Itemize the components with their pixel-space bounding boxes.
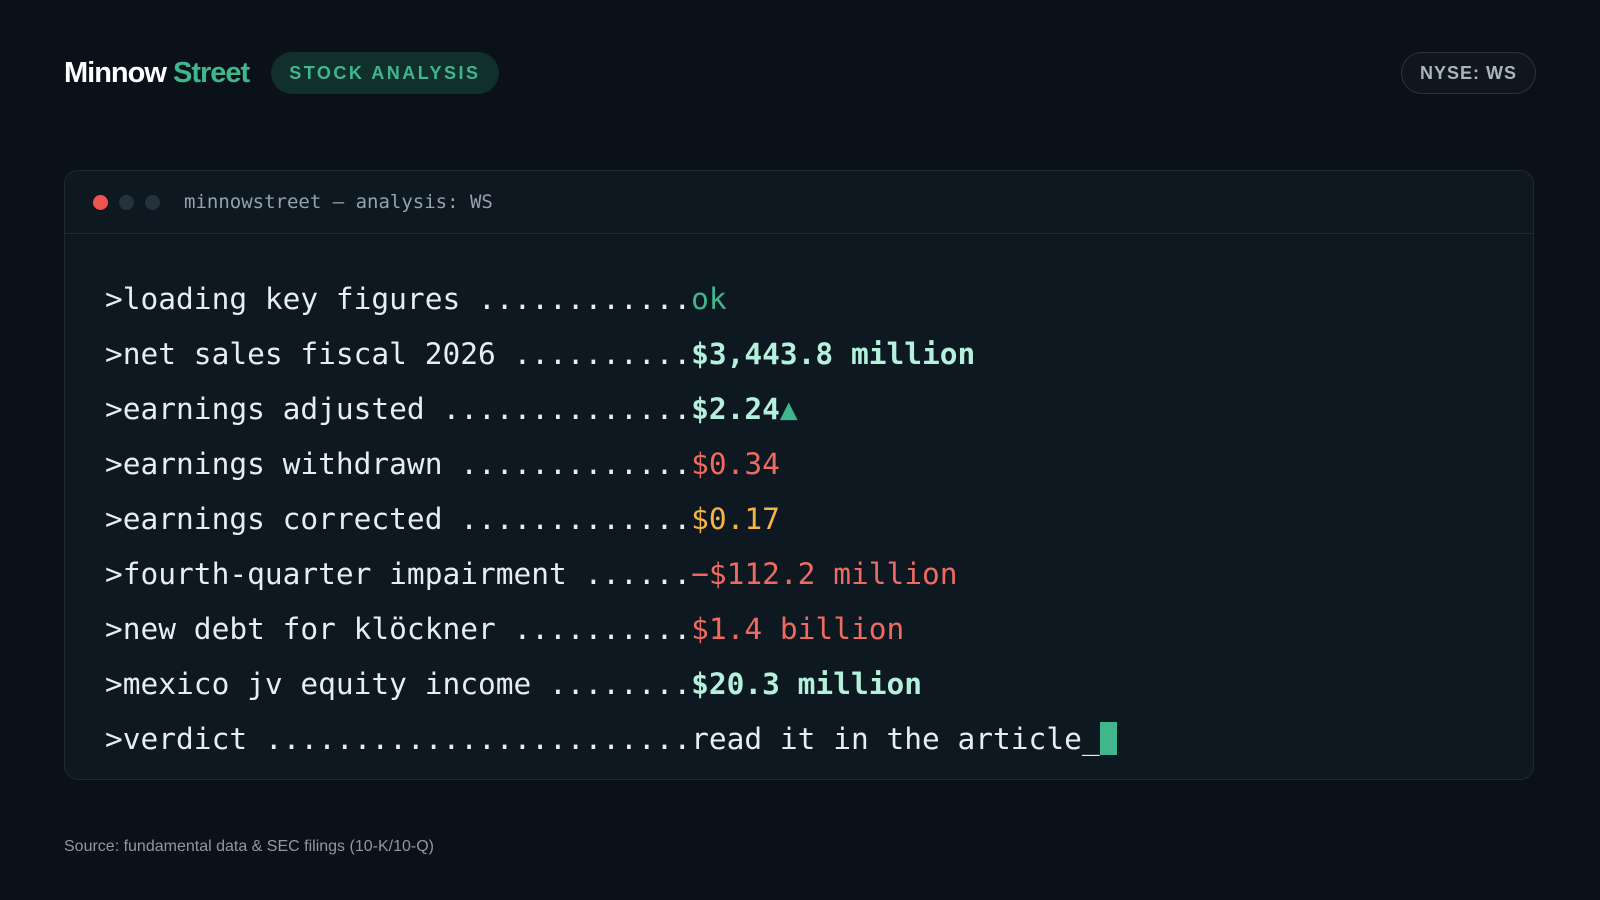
terminal-titlebar: minnowstreet — analysis: WS — [65, 171, 1533, 234]
line-value: $3,443.8 million — [691, 336, 976, 371]
prompt-symbol: > — [105, 391, 123, 426]
prompt-symbol: > — [105, 556, 123, 591]
line-label: earnings adjusted .............. — [122, 391, 692, 426]
terminal-line: > net sales fiscal 2026 .......... $3,44… — [105, 326, 1117, 381]
line-label: net sales fiscal 2026 .......... — [122, 336, 692, 371]
line-label: earnings withdrawn ............. — [122, 446, 692, 481]
terminal-title: minnowstreet — analysis: WS — [184, 191, 493, 213]
prompt-symbol: > — [105, 501, 123, 536]
terminal-line: > loading key figures ............ ok — [105, 271, 1117, 326]
brand-main: Minnow — [64, 56, 167, 89]
line-label: mexico jv equity income ........ — [122, 666, 692, 701]
terminal-line: > fourth-quarter impairment ...... −$112… — [105, 546, 1117, 601]
line-value: $2.24 — [691, 391, 780, 426]
prompt-symbol: > — [105, 721, 123, 756]
terminal-line: > earnings corrected ............. $0.17 — [105, 491, 1117, 546]
line-value: $1.4 billion — [691, 611, 905, 646]
terminal-line: > mexico jv equity income ........ $20.3… — [105, 656, 1117, 711]
terminal-window: minnowstreet — analysis: WS > loading ke… — [64, 170, 1534, 780]
terminal-output: > loading key figures ............ ok > n… — [105, 271, 1117, 766]
brand-logo[interactable]: Minnow Street — [64, 56, 250, 90]
line-label: loading key figures ............ — [122, 281, 692, 316]
line-value: $0.17 — [691, 501, 780, 536]
terminal-line: > new debt for klöckner .......... $1.4 … — [105, 601, 1117, 656]
prompt-symbol: > — [105, 336, 123, 371]
line-label: new debt for klöckner .......... — [122, 611, 692, 646]
cursor-block-icon — [1099, 722, 1117, 755]
line-value: −$112.2 million — [691, 556, 958, 591]
category-tag: STOCK ANALYSIS — [271, 52, 499, 94]
terminal-line: > earnings adjusted .............. $2.24… — [105, 381, 1117, 436]
close-dot-icon[interactable] — [93, 194, 108, 210]
ticker-badge[interactable]: NYSE: WS — [1400, 52, 1536, 94]
brand-accent: Street — [172, 56, 250, 89]
terminal-line: > verdict ........................ read … — [105, 711, 1117, 766]
header: Minnow Street STOCK ANALYSIS NYSE: WS — [64, 52, 1536, 94]
maximize-dot-icon[interactable] — [145, 194, 160, 210]
terminal-line: > earnings withdrawn ............. $0.34 — [105, 436, 1117, 491]
line-value: $0.34 — [691, 446, 780, 481]
prompt-symbol: > — [105, 281, 123, 316]
source-note: Source: fundamental data & SEC filings (… — [64, 838, 434, 855]
line-value: $20.3 million — [691, 666, 922, 701]
prompt-symbol: > — [105, 611, 123, 646]
prompt-symbol: > — [105, 446, 123, 481]
up-arrow-icon: ▲ — [779, 391, 798, 426]
prompt-symbol: > — [105, 666, 123, 701]
line-label: verdict ........................ — [122, 721, 692, 756]
line-label: earnings corrected ............. — [122, 501, 692, 536]
line-value: read it in the article_ — [691, 721, 1100, 756]
line-value: ok — [691, 281, 727, 316]
line-label: fourth-quarter impairment ...... — [122, 556, 692, 591]
minimize-dot-icon[interactable] — [119, 194, 134, 210]
